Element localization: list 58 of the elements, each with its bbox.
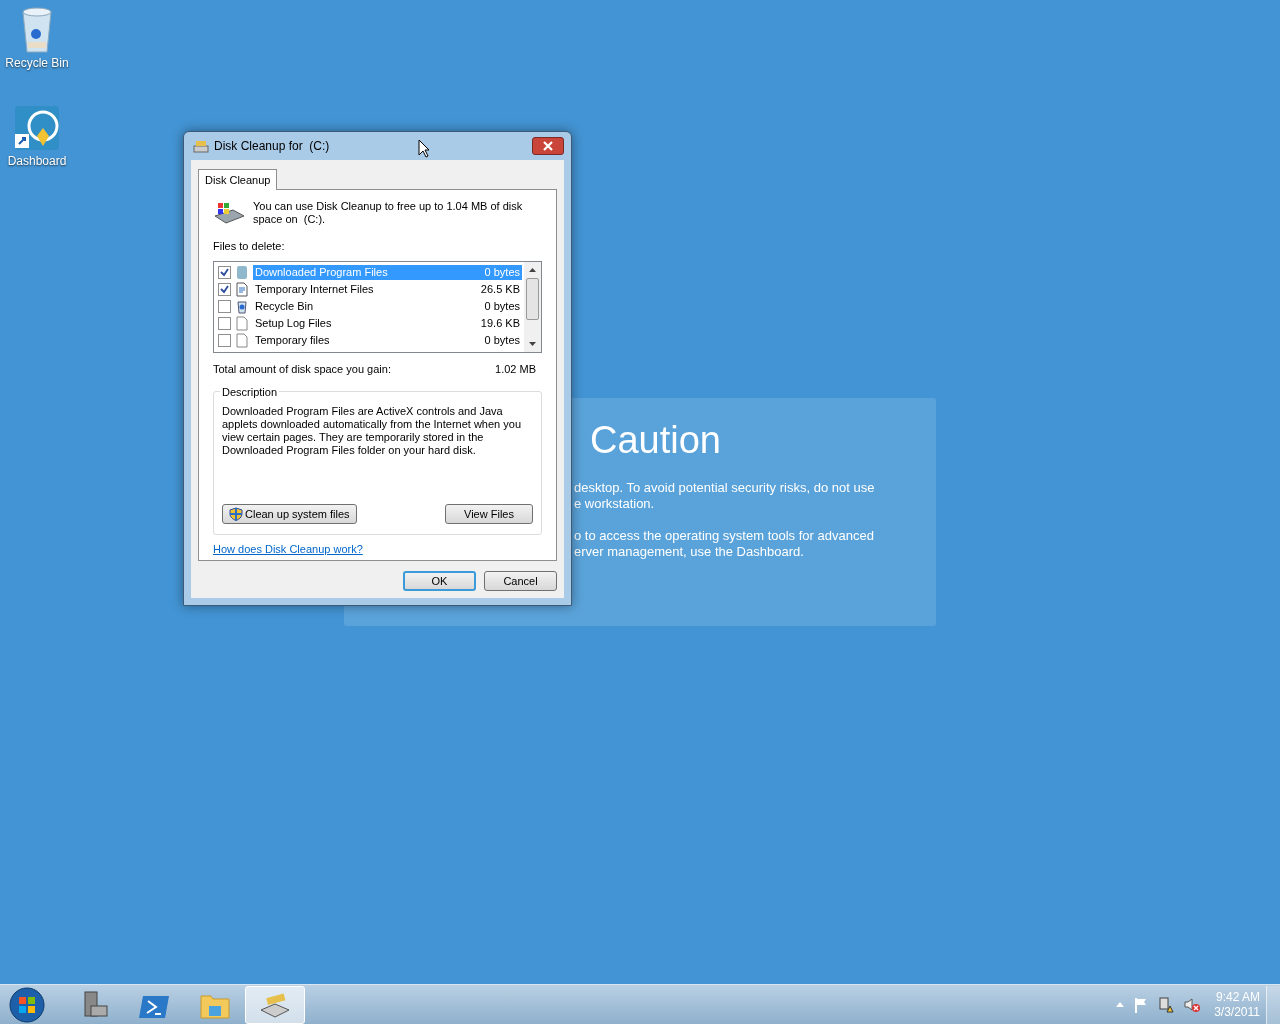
file-list-item[interactable]: Recycle Bin 0 bytes [253,298,522,314]
intro-text: You can use Disk Cleanup to free up to 1.04 MB of disk space on (C:). [253,200,524,226]
tab[interactable]: Disk Cleanup [198,169,278,190]
file-name: Setup Log Files [255,315,332,331]
window-title: Disk Cleanup for (C:) [214,138,330,155]
taskbar-button[interactable] [245,985,305,1024]
shield-icon [229,507,243,521]
files-to-delete-label: Files to delete: [213,239,286,254]
help-link[interactable]: How does Disk Cleanup work? [213,541,363,558]
caution-text-line: e workstation. [574,495,656,512]
caution-title: Caution [590,420,722,462]
checkbox[interactable] [218,333,231,347]
file-name: Recycle Bin [255,298,314,314]
file-size: 0 bytes [484,264,520,280]
scroll-up-icon[interactable] [529,267,536,272]
document-icon [235,281,249,297]
cancel-button[interactable]: Cancel [484,571,557,591]
speaker-muted-icon[interactable] [1184,996,1201,1013]
caution-text-line: erver management, use the Dashboard. [574,543,805,560]
clock-time: 9:42 AM [1215,989,1260,1005]
recycle-bin-icon [235,298,249,314]
total-value: 1.02 MB [495,361,536,377]
checkbox[interactable] [218,282,231,296]
mouse-pointer-icon [418,139,430,158]
close-button[interactable] [532,137,564,155]
document-icon [235,315,249,331]
start-button[interactable] [9,986,45,1023]
ok-button[interactable]: OK [403,571,476,591]
show-hidden-icons-icon[interactable] [1116,1002,1125,1007]
file-size: 26.5 KB [480,281,520,297]
total-label: Total amount of disk space you gain: [213,361,391,377]
description-text: Downloaded Program Files are ActiveX controls and Java applets downloaded automatically from the Internet when you view certain pages. They are temporarily stored in the Downloaded Program Files folder on your hard disk. [222,405,522,457]
close-icon [543,141,553,151]
document-icon [235,332,249,348]
scrollbar[interactable] [524,261,541,352]
file-size: 0 bytes [484,332,520,348]
file-size: 19.6 KB [480,315,520,331]
file-list-item[interactable]: Setup Log Files 19.6 KB [253,315,522,331]
clock-date: 3/3/2011 [1214,1004,1260,1020]
scrollbar-thumb[interactable] [526,277,539,320]
checkbox[interactable] [218,316,231,330]
file-name: Temporary files [255,332,330,348]
view-files-button[interactable]: View Files [445,504,533,524]
file-name: Downloaded Program Files [255,264,388,280]
flag-icon[interactable] [1134,996,1149,1013]
caution-text-line: desktop. To avoid potential security risks, do not use [574,479,876,496]
checkbox[interactable] [218,265,231,279]
file-name: Temporary Internet Files [255,281,374,297]
file-size: 0 bytes [484,298,520,314]
file-list-item[interactable]: Temporary files 0 bytes [253,332,522,348]
drive-icon [193,139,209,153]
checkbox[interactable] [218,299,231,313]
scroll-down-icon[interactable] [529,341,536,346]
file-list-item[interactable]: Temporary Internet Files 26.5 KB [253,281,522,297]
dashboard-shortcut-icon[interactable] [13,104,61,152]
drive-with-windows-logo-icon [213,200,245,226]
clean-up-system-files-button[interactable]: Clean up system files [222,504,357,524]
caution-text-line: o to access the operating system tools for advanced [574,527,875,544]
